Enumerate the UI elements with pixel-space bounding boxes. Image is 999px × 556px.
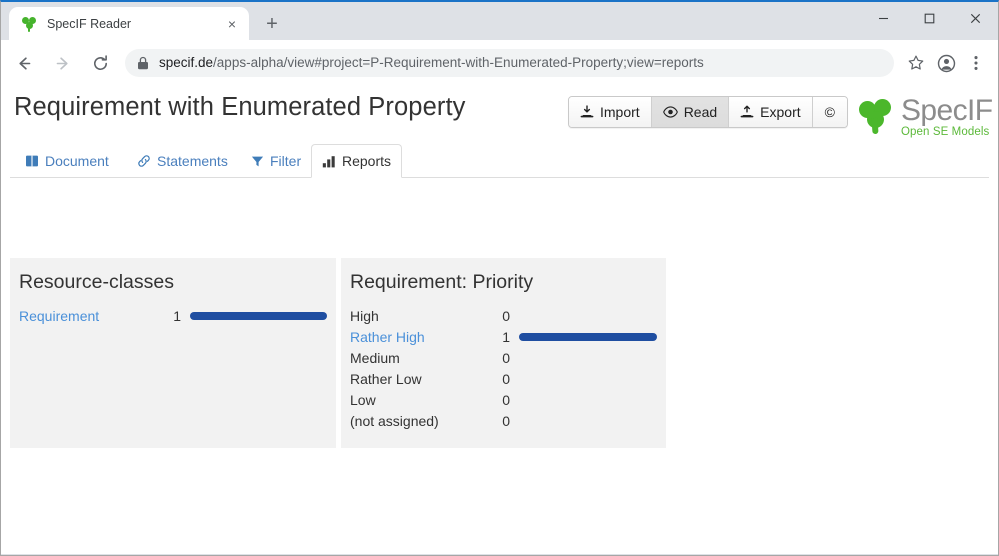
link-icon: [137, 154, 151, 168]
browser-tab[interactable]: SpecIF Reader ×: [9, 7, 249, 40]
export-button[interactable]: Export: [729, 97, 813, 127]
row-bar-slot: [190, 311, 327, 320]
url-path: /apps-alpha/view#project=P-Requirement-w…: [213, 55, 704, 70]
panel-resource-classes: Resource-classes Requirement 1: [10, 258, 336, 448]
copyright-button[interactable]: ©: [812, 97, 847, 127]
tab-document-label: Document: [45, 153, 109, 169]
url-text: specif.de/apps-alpha/view#project=P-Requ…: [159, 49, 704, 77]
bar-chart-icon: [322, 155, 336, 168]
row-label-not-assigned: (not assigned): [350, 412, 439, 429]
row-label-requirement[interactable]: Requirement: [19, 308, 167, 324]
row-bar-slot: [519, 417, 657, 425]
browser-tab-title: SpecIF Reader: [47, 16, 132, 31]
reports-panels: Resource-classes Requirement 1 Requireme…: [10, 258, 666, 448]
tab-statements-label: Statements: [157, 153, 228, 169]
logo-name: SpecIF: [901, 94, 993, 127]
lock-icon: [137, 56, 149, 70]
export-button-label: Export: [760, 104, 801, 120]
funnel-icon: [251, 155, 264, 168]
row-bar-slot: [519, 332, 657, 341]
tab-reports-label: Reports: [342, 153, 392, 169]
row-label-low: Low: [350, 391, 376, 408]
import-button[interactable]: Import: [569, 97, 652, 127]
address-bar[interactable]: specif.de/apps-alpha/view#project=P-Requ…: [125, 49, 894, 77]
page-viewport: Requirement with Enumerated Property Imp…: [1, 86, 998, 554]
page-title: Requirement with Enumerated Property: [14, 93, 466, 121]
report-row[interactable]: Rather High 1: [350, 326, 666, 347]
panel-priority-title: Requirement: Priority: [350, 271, 534, 293]
url-host: specif.de: [159, 55, 214, 70]
row-count-medium: 0: [502, 349, 510, 366]
row-bar-slot: [519, 375, 657, 383]
row-count-requirement: 1: [173, 307, 181, 324]
maximize-icon[interactable]: [906, 2, 952, 34]
clover-icon: [859, 99, 895, 135]
row-label-rather-high[interactable]: Rather High: [350, 329, 496, 345]
eye-icon: [662, 105, 678, 119]
row-bar-slot: [519, 312, 657, 320]
row-count-rather-low: 0: [502, 370, 510, 387]
row-label-rather-low: Rather Low: [350, 370, 422, 387]
report-row[interactable]: Low 0: [350, 389, 666, 410]
browser-titlebar: SpecIF Reader × +: [1, 2, 998, 40]
tab-reports[interactable]: Reports: [311, 144, 403, 178]
close-icon[interactable]: ×: [221, 13, 243, 35]
tab-statements[interactable]: Statements: [127, 145, 238, 177]
row-bar: [519, 332, 657, 341]
report-row[interactable]: Rather Low 0: [350, 368, 666, 389]
star-icon[interactable]: [902, 49, 930, 77]
row-label-high: High: [350, 307, 379, 324]
app-toolbar: Import Read Export ©: [568, 96, 848, 128]
view-tabs: Document Statements Filter Reports: [1, 140, 998, 178]
row-bar: [190, 311, 327, 320]
row-bar-slot: [519, 396, 657, 404]
export-tray-icon: [740, 105, 754, 119]
row-count-high: 0: [502, 307, 510, 324]
app-header: Requirement with Enumerated Property Imp…: [1, 86, 998, 138]
tab-filter[interactable]: Filter: [241, 145, 311, 177]
copyright-icon: ©: [824, 104, 835, 120]
book-icon: [25, 154, 39, 168]
specif-logo: SpecIF Open SE Models: [859, 94, 993, 139]
read-button-label: Read: [683, 104, 718, 120]
row-label-medium: Medium: [350, 349, 400, 366]
logo-text: SpecIF Open SE Models: [901, 94, 993, 139]
tab-baseline: [10, 177, 989, 178]
window-close-icon[interactable]: [952, 2, 998, 34]
report-row[interactable]: Medium 0: [350, 347, 666, 368]
back-arrow-icon[interactable]: [9, 48, 39, 78]
row-count-low: 0: [502, 391, 510, 408]
report-row[interactable]: Requirement 1: [19, 305, 336, 326]
logo-tagline: Open SE Models: [901, 126, 990, 138]
clover-icon: [21, 16, 37, 32]
read-button[interactable]: Read: [651, 97, 730, 127]
row-count-not-assigned: 0: [502, 412, 510, 429]
reload-icon[interactable]: [85, 48, 115, 78]
report-row[interactable]: High 0: [350, 305, 666, 326]
account-avatar-icon[interactable]: [932, 49, 960, 77]
tab-document[interactable]: Document: [15, 145, 119, 177]
import-tray-icon: [580, 105, 594, 119]
row-count-rather-high: 1: [502, 328, 510, 345]
report-row[interactable]: (not assigned) 0: [350, 410, 666, 431]
browser-window: SpecIF Reader × + specif.de/apps-alpha/v…: [0, 0, 999, 556]
tab-filter-label: Filter: [270, 153, 302, 169]
row-bar-slot: [519, 354, 657, 362]
panel-requirement-priority: Requirement: Priority High 0 Rather High…: [341, 258, 666, 448]
new-tab-button[interactable]: +: [259, 12, 285, 36]
minimize-icon[interactable]: [860, 2, 906, 34]
import-button-label: Import: [600, 104, 640, 120]
browser-toolbar: specif.de/apps-alpha/view#project=P-Requ…: [1, 40, 998, 86]
three-dot-menu-icon[interactable]: [962, 49, 990, 77]
forward-arrow-icon[interactable]: [47, 48, 77, 78]
panel-resource-classes-title: Resource-classes: [19, 271, 174, 293]
